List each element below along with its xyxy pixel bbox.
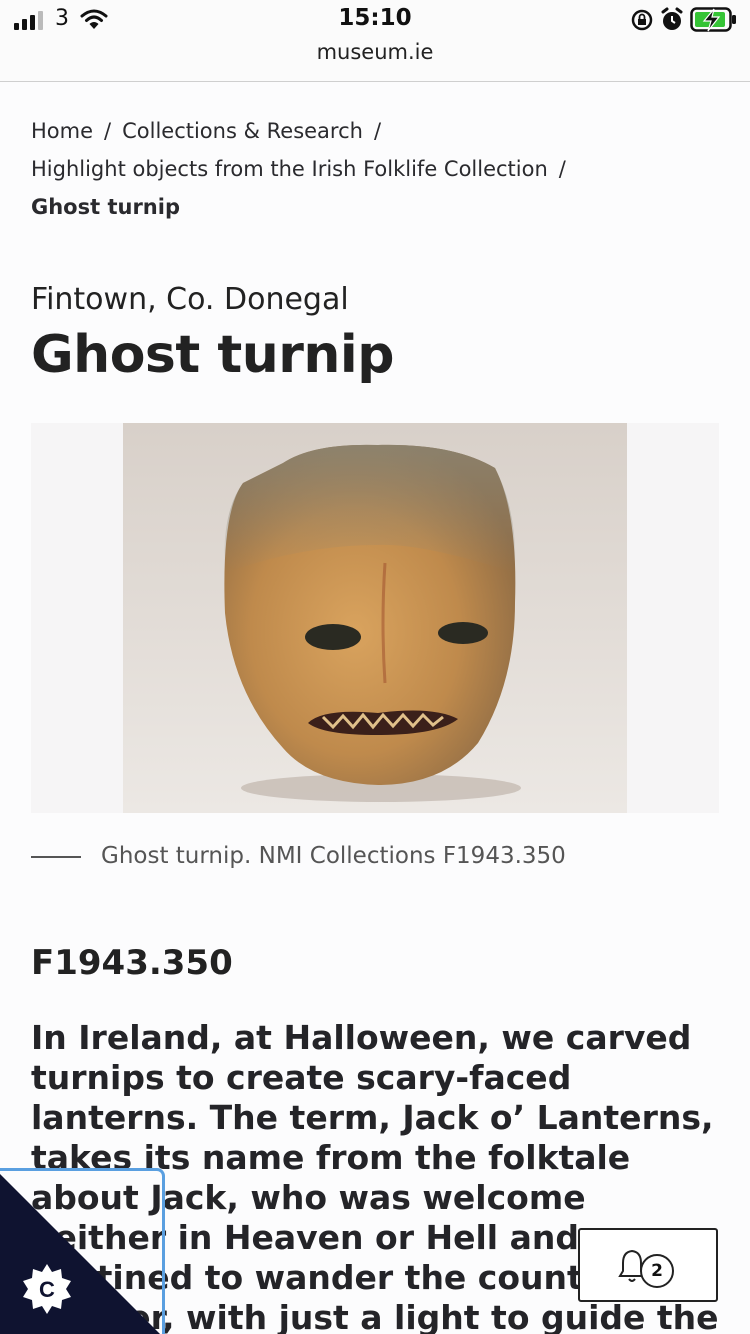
rotation-lock-icon bbox=[631, 9, 653, 31]
ghost-turnip-photo[interactable] bbox=[123, 423, 627, 813]
notification-count-badge: 2 bbox=[640, 1254, 674, 1288]
consent-letter: C bbox=[39, 1277, 55, 1302]
page-title: Ghost turnip bbox=[31, 325, 394, 385]
breadcrumb-separator: / bbox=[558, 157, 566, 181]
alarm-icon bbox=[661, 7, 683, 30]
breadcrumb-home-link[interactable]: Home bbox=[31, 119, 93, 143]
breadcrumb-separator: / bbox=[373, 119, 382, 143]
object-reference-number: F1943.350 bbox=[31, 943, 233, 983]
cookie-settings-icon[interactable]: C bbox=[20, 1262, 74, 1316]
breadcrumb-current-page: Ghost turnip bbox=[31, 195, 180, 219]
notifications-button[interactable]: 2 bbox=[578, 1228, 718, 1302]
breadcrumb-collections-link[interactable]: Collections & Research bbox=[122, 119, 363, 143]
breadcrumb-separator: / bbox=[104, 119, 112, 143]
breadcrumb-folklife-link[interactable]: Highlight objects from the Irish Folklif… bbox=[31, 157, 548, 181]
object-location: Fintown, Co. Donegal bbox=[31, 282, 349, 317]
status-bar: 3 15:10 museum.ie bbox=[0, 0, 750, 82]
breadcrumb: Home / Collections & Research / Highlight o… bbox=[31, 112, 721, 226]
caption-divider bbox=[31, 856, 81, 858]
image-caption: Ghost turnip. NMI Collections F1943.350 bbox=[101, 843, 566, 869]
address-bar-url[interactable]: museum.ie bbox=[0, 40, 750, 64]
battery-charging-icon bbox=[690, 7, 736, 32]
